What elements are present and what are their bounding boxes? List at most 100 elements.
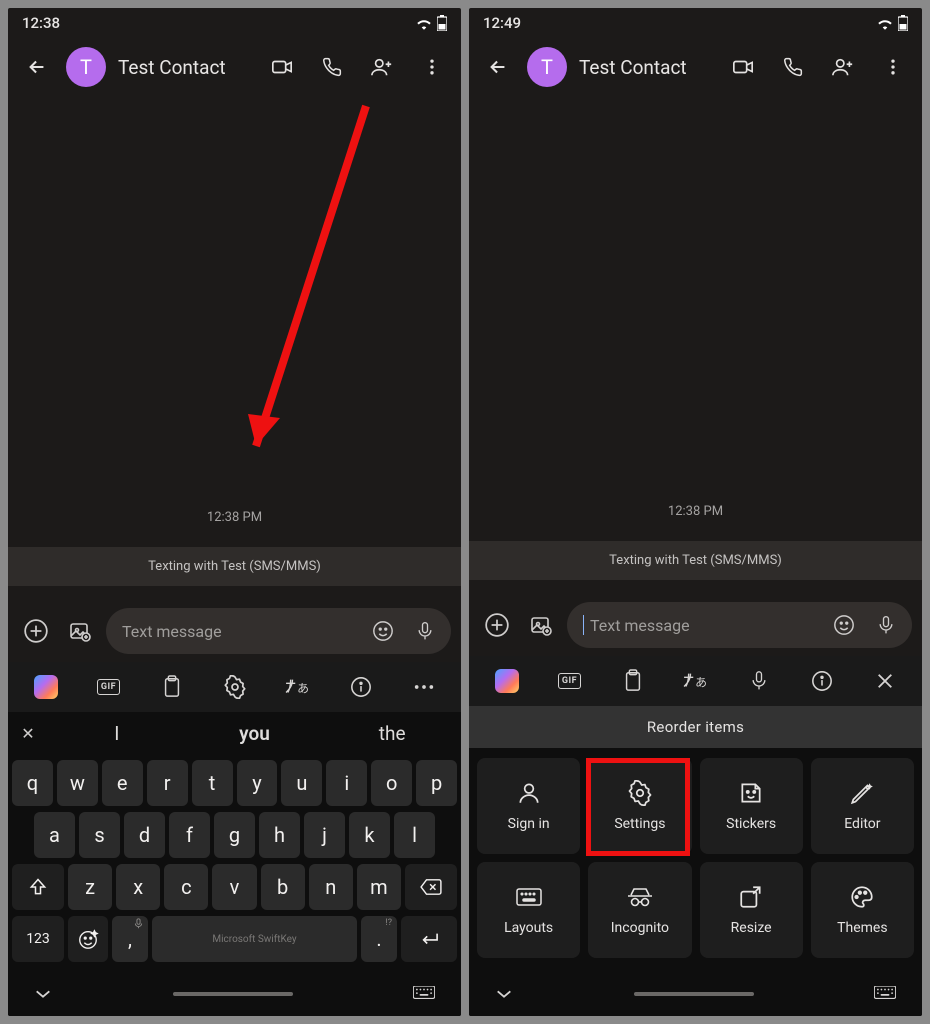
collapse-keyboard-button[interactable] xyxy=(495,988,513,1000)
tile-themes[interactable]: Themes xyxy=(811,862,914,958)
key-q[interactable]: q xyxy=(12,760,53,806)
space-key[interactable]: Microsoft SwiftKey xyxy=(152,916,357,962)
backspace-key[interactable] xyxy=(405,864,457,910)
ellipsis-icon xyxy=(413,683,435,691)
settings-button[interactable] xyxy=(215,667,255,707)
comma-key[interactable]: , xyxy=(112,916,148,962)
tile-layouts[interactable]: Layouts xyxy=(477,862,580,958)
emoji-key[interactable] xyxy=(68,916,108,962)
suggestion-1[interactable]: I xyxy=(48,722,186,745)
shift-key[interactable] xyxy=(12,864,64,910)
key-t[interactable]: t xyxy=(192,760,233,806)
voice-message-button[interactable] xyxy=(868,607,904,643)
keyboard-switch-button[interactable] xyxy=(413,986,435,1002)
add-contact-button[interactable] xyxy=(361,46,403,88)
numeric-key[interactable]: 123 xyxy=(12,916,64,962)
call-button[interactable] xyxy=(772,46,814,88)
enter-key[interactable] xyxy=(401,916,457,962)
mic-button[interactable] xyxy=(739,661,779,701)
message-input[interactable]: Text message xyxy=(106,608,451,654)
key-h[interactable]: h xyxy=(259,812,300,858)
status-time: 12:49 xyxy=(483,14,521,32)
add-contact-button[interactable] xyxy=(822,46,864,88)
items-grid: Sign in Settings Stickers Editor Layouts xyxy=(469,748,922,972)
info-button[interactable] xyxy=(802,661,842,701)
close-suggestions-button[interactable]: ✕ xyxy=(8,724,48,743)
key-x[interactable]: x xyxy=(116,864,160,910)
close-toolbar-button[interactable] xyxy=(865,661,905,701)
key-p[interactable]: p xyxy=(416,760,457,806)
key-j[interactable]: j xyxy=(304,812,345,858)
key-v[interactable]: v xyxy=(212,864,256,910)
tile-editor[interactable]: Editor xyxy=(811,758,914,854)
key-m[interactable]: m xyxy=(357,864,401,910)
key-n[interactable]: n xyxy=(309,864,353,910)
video-call-button[interactable] xyxy=(722,46,764,88)
mic-icon xyxy=(749,669,769,693)
contact-avatar[interactable]: T xyxy=(66,47,106,87)
key-z[interactable]: z xyxy=(68,864,112,910)
key-k[interactable]: k xyxy=(349,812,390,858)
gif-button[interactable]: GIF xyxy=(550,661,590,701)
suggestion-2[interactable]: you xyxy=(186,722,324,745)
contact-name[interactable]: Test Contact xyxy=(579,56,714,79)
copilot-button[interactable] xyxy=(26,667,66,707)
clipboard-button[interactable] xyxy=(613,661,653,701)
copilot-button[interactable] xyxy=(487,661,527,701)
key-o[interactable]: o xyxy=(371,760,412,806)
clipboard-button[interactable] xyxy=(152,667,192,707)
back-button[interactable] xyxy=(16,46,58,88)
key-b[interactable]: b xyxy=(261,864,305,910)
key-i[interactable]: i xyxy=(326,760,367,806)
key-e[interactable]: e xyxy=(102,760,143,806)
keyboard-switch-button[interactable] xyxy=(874,986,896,1002)
key-c[interactable]: c xyxy=(164,864,208,910)
call-button[interactable] xyxy=(311,46,353,88)
contact-name[interactable]: Test Contact xyxy=(118,56,253,79)
app-bar: T Test Contact xyxy=(8,38,461,96)
chat-area: 12:38 PM Texting with Test (SMS/MMS) xyxy=(469,96,922,594)
key-l[interactable]: l xyxy=(394,812,435,858)
key-u[interactable]: u xyxy=(281,760,322,806)
gesture-pill[interactable] xyxy=(173,992,293,996)
translate-button[interactable]: あ xyxy=(278,667,318,707)
back-button[interactable] xyxy=(477,46,519,88)
pen-icon xyxy=(849,780,875,806)
add-attachment-button[interactable] xyxy=(18,613,54,649)
key-g[interactable]: g xyxy=(214,812,255,858)
gallery-button[interactable] xyxy=(62,613,98,649)
status-icons xyxy=(876,15,908,31)
translate-button[interactable]: あ xyxy=(676,661,716,701)
contact-avatar[interactable]: T xyxy=(527,47,567,87)
message-input[interactable]: Text message xyxy=(567,602,912,648)
tile-resize[interactable]: Resize xyxy=(700,862,803,958)
tile-sign-in[interactable]: Sign in xyxy=(477,758,580,854)
more-tools-button[interactable] xyxy=(404,667,444,707)
key-r[interactable]: r xyxy=(147,760,188,806)
key-y[interactable]: y xyxy=(237,760,278,806)
gesture-pill[interactable] xyxy=(634,992,754,996)
collapse-keyboard-button[interactable] xyxy=(34,988,52,1000)
key-w[interactable]: w xyxy=(57,760,98,806)
suggestion-3[interactable]: the xyxy=(323,722,461,745)
period-key[interactable]: . !? xyxy=(361,916,397,962)
tile-stickers[interactable]: Stickers xyxy=(700,758,803,854)
emoji-button[interactable] xyxy=(826,607,862,643)
add-attachment-button[interactable] xyxy=(479,607,515,643)
key-d[interactable]: d xyxy=(124,812,165,858)
info-button[interactable] xyxy=(341,667,381,707)
emoji-button[interactable] xyxy=(365,613,401,649)
gif-button[interactable]: GIF xyxy=(89,667,129,707)
key-s[interactable]: s xyxy=(79,812,120,858)
info-icon xyxy=(811,670,833,692)
gallery-button[interactable] xyxy=(523,607,559,643)
video-call-button[interactable] xyxy=(261,46,303,88)
svg-text:あ: あ xyxy=(297,682,309,696)
more-menu-button[interactable] xyxy=(872,46,914,88)
key-f[interactable]: f xyxy=(169,812,210,858)
tile-incognito[interactable]: Incognito xyxy=(588,862,691,958)
more-menu-button[interactable] xyxy=(411,46,453,88)
voice-message-button[interactable] xyxy=(407,613,443,649)
key-a[interactable]: a xyxy=(34,812,75,858)
tile-settings[interactable]: Settings xyxy=(588,758,691,854)
